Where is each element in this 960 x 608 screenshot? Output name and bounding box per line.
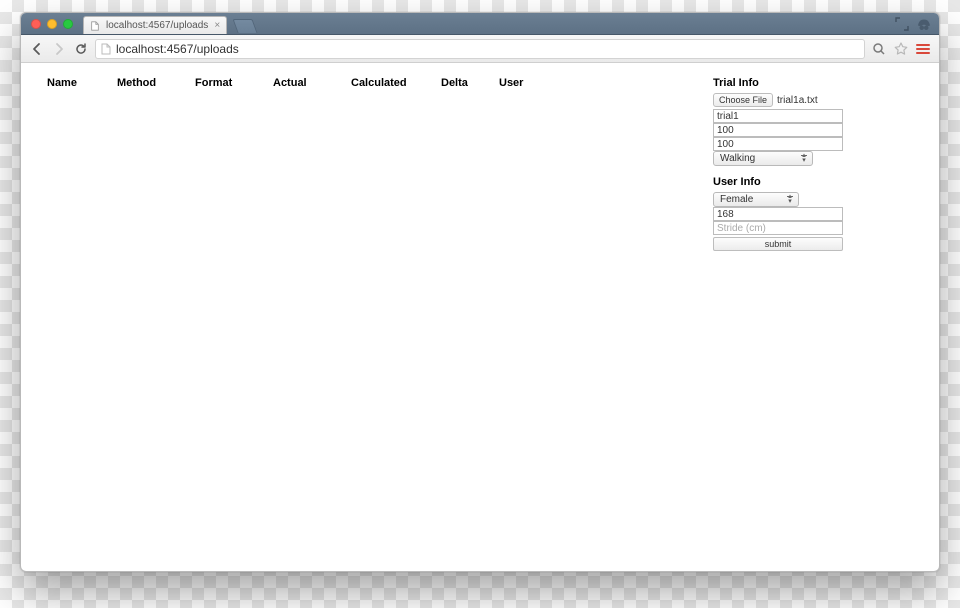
- traffic-lights: [29, 13, 77, 34]
- results-table: Name Method Format Actual Calculated Del…: [47, 77, 547, 89]
- hamburger-icon: [916, 44, 930, 54]
- back-button[interactable]: [29, 41, 45, 57]
- submit-button[interactable]: submit: [713, 237, 843, 251]
- gender-select[interactable]: Female ▴▾: [713, 192, 799, 207]
- choose-file-button[interactable]: Choose File: [713, 93, 773, 107]
- page-icon: [100, 43, 112, 55]
- browser-window: localhost:4567/uploads × localhost:4567/…: [20, 12, 940, 572]
- url-text: localhost:4567/uploads: [116, 42, 239, 56]
- trial-info-heading: Trial Info: [713, 77, 903, 89]
- trial-value1-input[interactable]: 100: [713, 123, 843, 137]
- search-icon[interactable]: [871, 41, 887, 57]
- reload-button[interactable]: [73, 41, 89, 57]
- address-bar[interactable]: localhost:4567/uploads: [95, 39, 865, 59]
- col-user: User: [499, 77, 547, 89]
- col-format: Format: [195, 77, 273, 89]
- maximize-window-icon[interactable]: [63, 19, 73, 29]
- minimize-window-icon[interactable]: [47, 19, 57, 29]
- select-arrows-icon: ▴▾: [800, 153, 808, 163]
- col-calculated: Calculated: [351, 77, 441, 89]
- gender-select-value: Female: [720, 194, 753, 205]
- height-input[interactable]: 168: [713, 207, 843, 221]
- col-method: Method: [117, 77, 195, 89]
- trial-name-input[interactable]: trial1: [713, 109, 843, 123]
- close-window-icon[interactable]: [31, 19, 41, 29]
- new-tab-button[interactable]: [233, 19, 258, 33]
- forward-button[interactable]: [51, 41, 67, 57]
- page-content: Name Method Format Actual Calculated Del…: [21, 63, 939, 571]
- tab-title: localhost:4567/uploads: [106, 20, 208, 31]
- fullscreen-icon[interactable]: [895, 17, 909, 31]
- col-actual: Actual: [273, 77, 351, 89]
- menu-button[interactable]: [915, 41, 931, 57]
- stride-input[interactable]: Stride (cm): [713, 221, 843, 235]
- tab-strip: localhost:4567/uploads ×: [21, 13, 939, 35]
- bookmark-star-icon[interactable]: [893, 41, 909, 57]
- table-header-row: Name Method Format Actual Calculated Del…: [47, 77, 547, 89]
- activity-select-value: Walking: [720, 153, 755, 164]
- activity-select[interactable]: Walking ▴▾: [713, 151, 813, 166]
- browser-tab[interactable]: localhost:4567/uploads ×: [83, 16, 227, 34]
- incognito-icon[interactable]: [915, 15, 933, 33]
- main-area: Name Method Format Actual Calculated Del…: [47, 77, 693, 571]
- sidebar-form: Trial Info Choose File trial1a.txt trial…: [713, 77, 913, 571]
- toolbar: localhost:4567/uploads: [21, 35, 939, 63]
- page-icon: [90, 21, 100, 31]
- col-name: Name: [47, 77, 117, 89]
- select-arrows-icon: ▴▾: [786, 194, 794, 204]
- chosen-file-name: trial1a.txt: [777, 95, 818, 106]
- user-info-heading: User Info: [713, 176, 903, 188]
- col-delta: Delta: [441, 77, 499, 89]
- close-tab-icon[interactable]: ×: [214, 21, 220, 31]
- trial-value2-input[interactable]: 100: [713, 137, 843, 151]
